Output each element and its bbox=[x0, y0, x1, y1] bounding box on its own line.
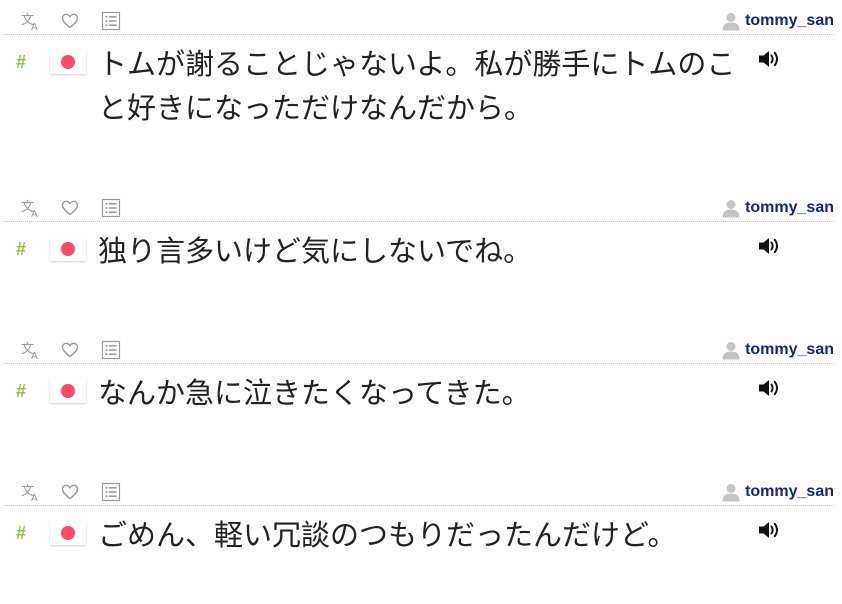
heart-icon[interactable] bbox=[58, 198, 82, 218]
japan-flag-icon bbox=[50, 379, 86, 403]
list-icon[interactable] bbox=[99, 340, 123, 360]
entry-toolbar: 文A tommy_san bbox=[0, 195, 842, 221]
sentence-text: なんか急に泣きたくなってきた。 bbox=[98, 376, 531, 410]
translate-icon[interactable]: 文A bbox=[19, 340, 43, 360]
svg-text:A: A bbox=[31, 22, 38, 31]
translate-icon[interactable]: 文A bbox=[19, 482, 43, 502]
user-info: tommy_san bbox=[721, 339, 834, 361]
svg-text:A: A bbox=[31, 209, 38, 218]
japan-flag-icon bbox=[50, 237, 86, 261]
list-icon[interactable] bbox=[99, 198, 123, 218]
translate-icon[interactable]: 文A bbox=[19, 11, 43, 31]
entry-toolbar: 文A tommy_san bbox=[0, 8, 842, 34]
user-icon bbox=[721, 340, 741, 360]
japan-flag-icon bbox=[50, 521, 86, 545]
speaker-icon[interactable] bbox=[756, 375, 782, 401]
list-icon[interactable] bbox=[99, 11, 123, 31]
sentence-text: ごめん、軽い冗談のつもりだったんだけど。 bbox=[98, 518, 677, 552]
divider bbox=[4, 34, 834, 35]
speaker-icon[interactable] bbox=[756, 46, 782, 72]
heart-icon[interactable] bbox=[58, 340, 82, 360]
user-icon bbox=[721, 198, 741, 218]
user-icon bbox=[721, 11, 741, 31]
username-link[interactable]: tommy_san bbox=[745, 199, 834, 217]
heart-icon[interactable] bbox=[58, 11, 82, 31]
divider bbox=[4, 221, 834, 222]
hash-icon[interactable]: # bbox=[16, 52, 26, 73]
speaker-icon[interactable] bbox=[756, 517, 782, 543]
list-icon[interactable] bbox=[99, 482, 123, 502]
sentence-text: 独り言多いけど気にしないでね。 bbox=[98, 234, 533, 268]
divider bbox=[4, 363, 834, 364]
svg-text:A: A bbox=[31, 493, 38, 502]
divider bbox=[4, 505, 834, 506]
user-info: tommy_san bbox=[721, 481, 834, 503]
username-link[interactable]: tommy_san bbox=[745, 341, 834, 359]
user-info: tommy_san bbox=[721, 10, 834, 32]
japan-flag-icon bbox=[50, 50, 86, 74]
entry-toolbar: 文A tommy_san bbox=[0, 479, 842, 505]
hash-icon[interactable]: # bbox=[16, 239, 26, 260]
svg-text:A: A bbox=[31, 351, 38, 360]
entry-toolbar: 文A tommy_san bbox=[0, 337, 842, 363]
user-info: tommy_san bbox=[721, 197, 834, 219]
hash-icon[interactable]: # bbox=[16, 523, 26, 544]
translate-icon[interactable]: 文A bbox=[19, 198, 43, 218]
sentence-text: トムが謝ることじゃないよ。私が勝手にトムのこと好きになっただけなんだから。 bbox=[98, 47, 736, 125]
hash-icon[interactable]: # bbox=[16, 381, 26, 402]
heart-icon[interactable] bbox=[58, 482, 82, 502]
user-icon bbox=[721, 482, 741, 502]
username-link[interactable]: tommy_san bbox=[745, 12, 834, 30]
username-link[interactable]: tommy_san bbox=[745, 483, 834, 501]
speaker-icon[interactable] bbox=[756, 233, 782, 259]
